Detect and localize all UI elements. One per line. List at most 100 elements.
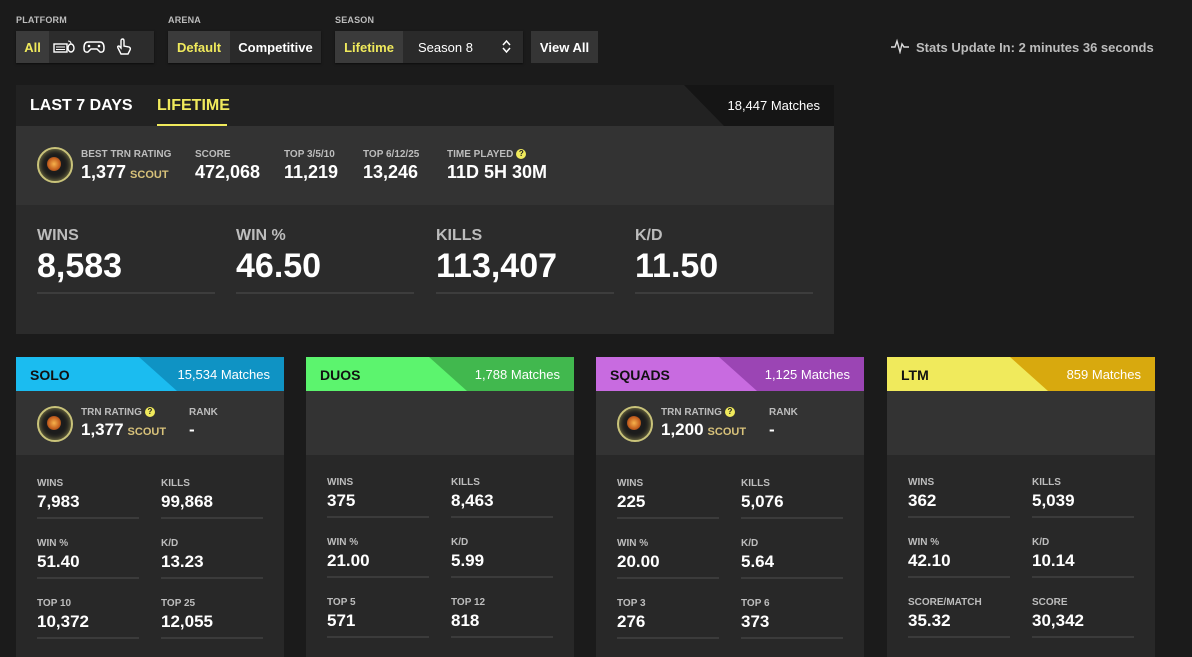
squads-rank-value: - <box>769 420 775 439</box>
stat-divider <box>37 517 139 519</box>
duos-rating-row <box>306 391 574 455</box>
season-lifetime-button[interactable]: Lifetime <box>335 31 403 63</box>
squads-trn-rank: SCOUT <box>707 426 747 438</box>
kd-label: K/D <box>635 227 663 244</box>
overview-matches-badge: 18,447 Matches <box>684 85 834 126</box>
help-icon[interactable]: ? <box>144 407 155 418</box>
stat-divider <box>617 637 719 639</box>
stat-divider <box>161 577 263 579</box>
duos-title: DUOS <box>320 367 361 383</box>
help-icon[interactable]: ? <box>724 407 735 418</box>
score-label: SCORE <box>195 149 231 160</box>
stat-value: 5.64 <box>741 552 775 571</box>
stat-divider <box>908 516 1010 518</box>
stat-divider <box>617 577 719 579</box>
stat-value: 10,372 <box>37 612 89 631</box>
updown-chevron-icon <box>502 39 511 57</box>
stat-divider <box>1032 636 1134 638</box>
gamepad-icon[interactable] <box>79 31 109 63</box>
stat-label: TOP 12 <box>451 597 486 608</box>
stat-label: KILLS <box>161 478 190 489</box>
stat-label: TOP 5 <box>327 597 356 608</box>
wins-label: WINS <box>37 227 79 244</box>
squads-trn-value: 1,200 <box>661 420 704 439</box>
stat-label: WIN % <box>37 538 69 549</box>
stat-value: 20.00 <box>617 552 660 571</box>
ltm-matches: 859 Matches <box>1066 367 1141 382</box>
help-icon[interactable]: ? <box>516 149 527 160</box>
stat-label: K/D <box>1032 537 1050 548</box>
top3-value: 11,219 <box>284 162 339 182</box>
stat-value: 373 <box>741 612 770 631</box>
stat-value: 42.10 <box>908 551 951 570</box>
duos-matches: 1,788 Matches <box>474 367 560 382</box>
season-selector: Lifetime Season 8 <box>335 31 523 63</box>
rank-badge-icon <box>617 406 653 442</box>
duos-card-header: DUOS 1,788 Matches <box>306 357 574 391</box>
arena-competitive-button[interactable]: Competitive <box>230 31 321 63</box>
best-trn-label: BEST TRN RATING <box>81 149 172 160</box>
kd-value: 11.50 <box>635 247 719 285</box>
stat-divider <box>327 516 429 518</box>
platform-selector: All <box>16 31 154 63</box>
rank-badge-icon <box>37 147 73 183</box>
ltm-rating-row <box>887 391 1155 455</box>
top6-value: 13,246 <box>363 162 419 182</box>
wins-value: 8,583 <box>37 247 123 285</box>
stat-label: K/D <box>741 538 759 549</box>
stat-label: KILLS <box>1032 477 1061 488</box>
stat-divider <box>741 517 843 519</box>
platform-all-button[interactable]: All <box>16 31 49 63</box>
season-dropdown[interactable]: Season 8 <box>403 31 523 63</box>
stat-value: 5.99 <box>451 551 485 570</box>
time-played-value: 11D 5H 30M <box>447 162 548 182</box>
arena-label: ARENA <box>168 15 202 25</box>
solo-trn-rank: SCOUT <box>127 426 167 438</box>
rank-badge-icon <box>37 406 73 442</box>
duos-card: DUOS 1,788 Matches WINS 375 KILLS 8,463 … <box>306 357 574 657</box>
stat-label: WINS <box>37 478 64 489</box>
stat-value: 99,868 <box>161 492 213 511</box>
stat-divider <box>161 637 263 639</box>
stat-value: 12,055 <box>161 612 213 631</box>
stat-value: 276 <box>617 612 646 631</box>
squads-card: SQUADS 1,125 Matches TRN RATING? 1,200 SC… <box>596 357 864 657</box>
keyboard-mouse-icon[interactable] <box>49 31 79 63</box>
stat-label: WINS <box>617 478 644 489</box>
squads-rating-row: TRN RATING? 1,200 SCOUT RANK - <box>596 391 864 455</box>
stat-label: TOP 10 <box>37 598 72 609</box>
stat-divider <box>741 637 843 639</box>
ltm-card: LTM 859 Matches WINS 362 KILLS 5,039 WIN… <box>887 357 1155 657</box>
stat-divider <box>451 636 553 638</box>
view-all-button[interactable]: View All <box>531 31 598 63</box>
kills-label: KILLS <box>436 227 483 244</box>
stat-label: SCORE <box>1032 597 1068 608</box>
stat-label: K/D <box>161 538 179 549</box>
solo-card-header: SOLO 15,534 Matches <box>16 357 284 391</box>
score-value: 472,068 <box>195 162 261 182</box>
solo-rating-row: TRN RATING? 1,377 SCOUT RANK - <box>16 391 284 455</box>
tab-last-7-days[interactable]: LAST 7 DAYS <box>30 97 133 115</box>
stat-divider <box>741 577 843 579</box>
stat-divider <box>161 517 263 519</box>
solo-title: SOLO <box>30 367 70 383</box>
kd-divider <box>635 292 813 294</box>
stat-label: SCORE/MATCH <box>908 597 982 608</box>
solo-rank-label: RANK <box>189 407 218 418</box>
stat-value: 13.23 <box>161 552 204 571</box>
season-label: SEASON <box>335 15 375 25</box>
stat-divider <box>1032 576 1134 578</box>
touch-icon[interactable] <box>109 31 139 63</box>
stat-divider <box>451 516 553 518</box>
stat-label: K/D <box>451 537 469 548</box>
arena-default-button[interactable]: Default <box>168 31 230 63</box>
overview-matches-count: 18,447 Matches <box>727 98 820 113</box>
stat-label: WIN % <box>327 537 359 548</box>
stat-label: WIN % <box>617 538 649 549</box>
stat-divider <box>327 636 429 638</box>
tab-lifetime[interactable]: LIFETIME <box>157 97 230 115</box>
ltm-title: LTM <box>901 367 929 383</box>
arena-selector: Default Competitive <box>168 31 321 63</box>
squads-matches: 1,125 Matches <box>764 367 850 382</box>
stat-divider <box>908 636 1010 638</box>
